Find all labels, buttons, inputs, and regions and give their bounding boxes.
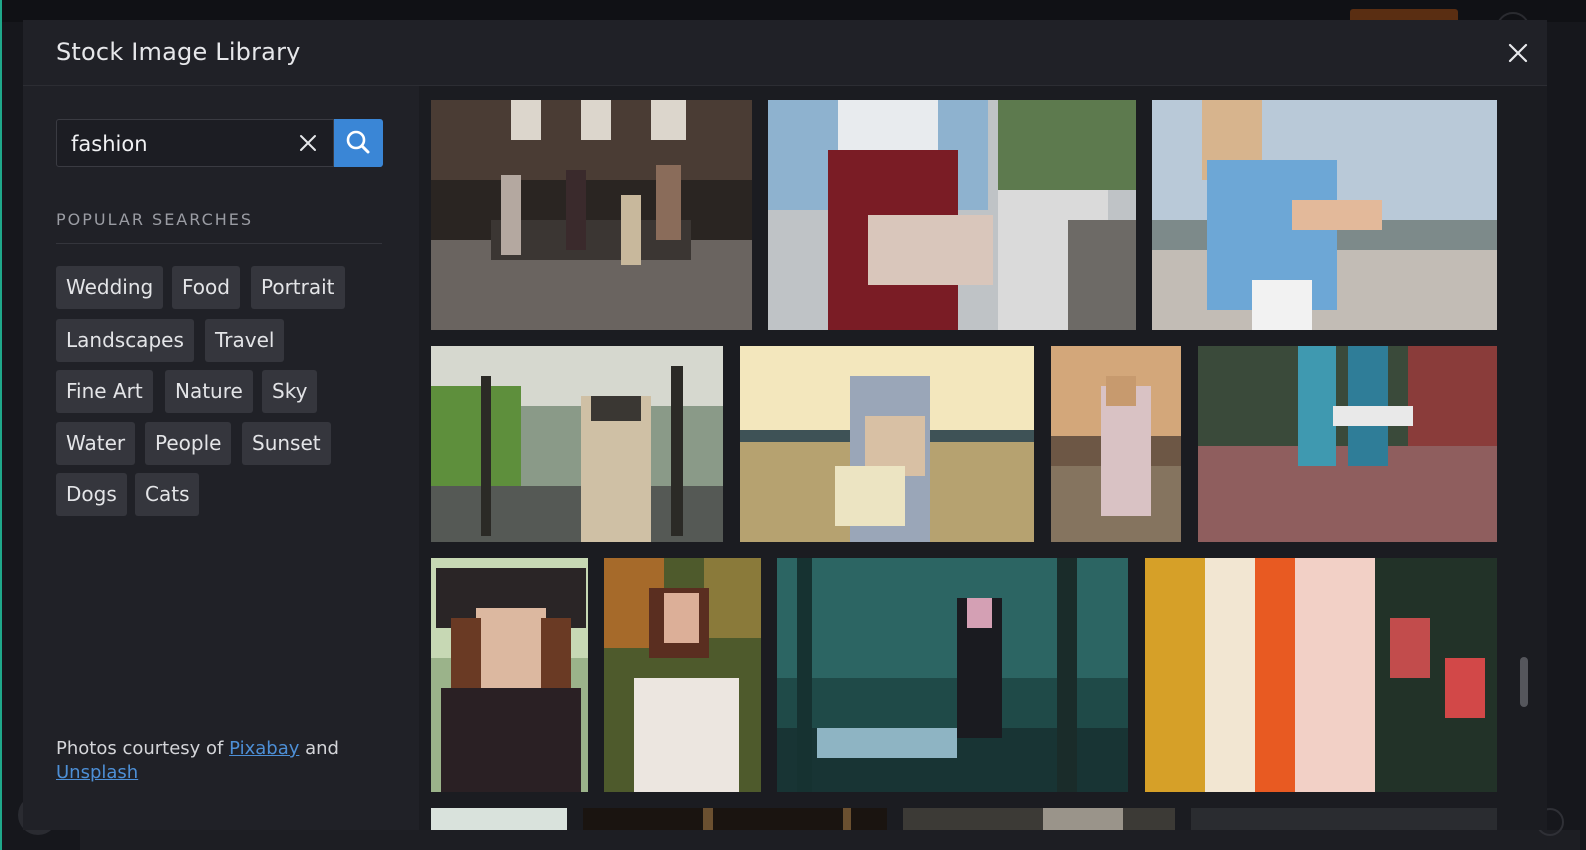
- photo-credit: Photos courtesy of Pixabay and Unsplash: [56, 737, 396, 785]
- tag-sky[interactable]: Sky: [262, 370, 318, 413]
- stock-image-modal: Stock Image Library POPULAR SEARCHES: [23, 20, 1547, 830]
- credit-middle: and: [299, 738, 339, 759]
- partial-row-photo-2[interactable]: [583, 808, 887, 830]
- tag-water[interactable]: Water: [56, 422, 136, 465]
- gallery-scrollbar[interactable]: [1520, 657, 1528, 707]
- background-topbar: [0, 0, 1586, 22]
- search-button[interactable]: [334, 119, 383, 167]
- woman-sunglasses-flowers-photo[interactable]: [740, 346, 1034, 542]
- clear-search-button[interactable]: [297, 132, 319, 154]
- unsplash-link[interactable]: Unsplash: [56, 762, 138, 783]
- close-button[interactable]: [1503, 38, 1533, 68]
- tag-dogs[interactable]: Dogs: [56, 473, 127, 516]
- search-icon: [346, 130, 370, 154]
- partial-row-photo-4[interactable]: [1191, 808, 1497, 830]
- credit-prefix: Photos courtesy of: [56, 738, 230, 759]
- woman-in-hat-on-stairs-photo[interactable]: [431, 346, 723, 542]
- tag-landscapes[interactable]: Landscapes: [56, 319, 194, 362]
- search-box: [56, 119, 334, 168]
- tag-sunset[interactable]: Sunset: [242, 422, 331, 465]
- search-input[interactable]: [69, 120, 293, 168]
- tag-wedding[interactable]: Wedding: [56, 266, 164, 309]
- woman-floral-dress-photo[interactable]: [604, 558, 761, 792]
- clear-icon: [300, 135, 316, 151]
- colorful-pillows-photo[interactable]: [1145, 558, 1497, 792]
- tag-fine-art[interactable]: Fine Art: [56, 370, 153, 413]
- background-accent-line: [0, 0, 2, 850]
- red-skirt-clutch-photo[interactable]: [768, 100, 1136, 330]
- popular-searches-heading: POPULAR SEARCHES: [56, 210, 254, 229]
- partial-row-photo-1[interactable]: [431, 808, 567, 830]
- tag-cats[interactable]: Cats: [135, 473, 200, 516]
- pixabay-link[interactable]: Pixabay: [229, 738, 299, 759]
- tag-nature[interactable]: Nature: [165, 370, 253, 413]
- divider: [56, 243, 382, 244]
- woman-sitting-on-deck-photo[interactable]: [1051, 346, 1181, 542]
- modal-title: Stock Image Library: [56, 38, 301, 66]
- modal-header: Stock Image Library: [23, 20, 1547, 86]
- woman-in-dark-forest-photo[interactable]: [777, 558, 1128, 792]
- tag-portrait[interactable]: Portrait: [251, 266, 345, 309]
- partial-row-photo-3[interactable]: [903, 808, 1175, 830]
- tag-travel[interactable]: Travel: [205, 319, 285, 362]
- tag-food[interactable]: Food: [172, 266, 240, 309]
- sidebar: POPULAR SEARCHES Wedding Food Portrait L…: [23, 86, 419, 830]
- background-bottombar: [80, 830, 1580, 850]
- woman-black-hat-photo[interactable]: [431, 558, 588, 792]
- blue-knit-scarf-photo[interactable]: [1152, 100, 1497, 330]
- two-women-patterned-outfits-photo[interactable]: [1198, 346, 1497, 542]
- group-on-bench-photo[interactable]: [431, 100, 752, 330]
- image-gallery: [419, 86, 1547, 830]
- tag-people[interactable]: People: [145, 422, 232, 465]
- close-icon: [1508, 43, 1528, 63]
